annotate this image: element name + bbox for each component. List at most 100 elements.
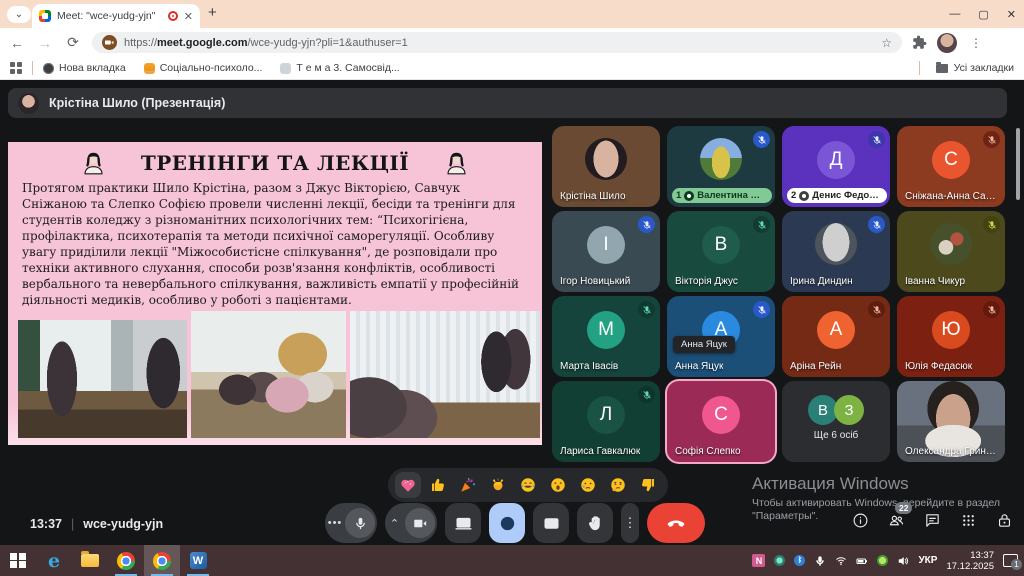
camera-button[interactable]: ⌃ (385, 503, 437, 543)
new-tab-button[interactable]: + (208, 4, 217, 21)
address-bar[interactable]: https://meet.google.com/wce-yudg-yjn?pli… (92, 32, 902, 53)
all-bookmarks-button[interactable]: Усі закладки (919, 61, 1014, 75)
participant-tile[interactable]: ІІгор Новицький (552, 211, 660, 292)
participant-tile[interactable]: 1Валентина Сала... (667, 126, 775, 207)
recording-indicator-icon (168, 11, 178, 21)
bookmark-star-icon[interactable]: ☆ (881, 36, 892, 50)
classroom-photo (350, 311, 540, 438)
file-explorer-icon[interactable] (72, 545, 108, 576)
reaction-thumbs-up-button[interactable] (425, 472, 451, 498)
reaction-heart-button[interactable] (395, 472, 421, 498)
participant-tile[interactable]: ЮЮлія Федасюк (897, 296, 1005, 377)
participant-tile[interactable]: ЛЛариса Гавкалюк (552, 381, 660, 462)
extensions-icon[interactable] (912, 35, 927, 50)
host-controls-button[interactable] (996, 512, 1013, 534)
shared-presentation-slide: ТРЕНІНГИ ТА ЛЕКЦІЇ Протягом практики Шил… (8, 142, 542, 445)
bookmark-item[interactable]: Т е м а 3. Самосвід... (280, 62, 399, 74)
reload-button[interactable]: ⟳ (64, 34, 82, 51)
meeting-details-button[interactable] (852, 512, 869, 534)
notion-tray-icon[interactable]: N (752, 554, 765, 567)
classroom-photo (191, 311, 346, 438)
reaction-wow-button[interactable] (545, 472, 571, 498)
reaction-clap-button[interactable] (485, 472, 511, 498)
mic-muted-icon (753, 216, 770, 233)
participant-name: Юлія Федасюк (905, 361, 972, 372)
captions-button[interactable] (533, 503, 569, 543)
activities-button[interactable] (960, 512, 977, 534)
browser-tab-meet[interactable]: Meet: "wce-yudg-yjn" ✕ (32, 4, 200, 28)
browser-menu-button[interactable]: ⋮ (967, 36, 985, 50)
camera-options-icon[interactable]: ⌃ (385, 517, 405, 530)
tab-search-button[interactable]: ⌄ (7, 6, 31, 23)
participant-tile[interactable]: Д2Денис Федорняк (782, 126, 890, 207)
reaction-party-button[interactable] (455, 472, 481, 498)
window-close-button[interactable]: ✕ (1007, 8, 1016, 21)
participant-initial-avatar: Д (817, 141, 855, 179)
presenter-banner[interactable]: Крістіна Шило (Презентація) (8, 88, 1007, 118)
participant-photo-avatar (815, 223, 857, 265)
microphone-button[interactable]: ••• (325, 503, 377, 543)
participant-tile[interactable]: Ірина Диндин (782, 211, 890, 292)
participant-tile[interactable]: ССофія Слепко (667, 381, 775, 462)
classroom-photo (18, 320, 187, 438)
profile-avatar[interactable] (937, 33, 957, 53)
grid-scrollbar[interactable] (1016, 128, 1020, 200)
volume-icon[interactable] (897, 555, 909, 567)
taskbar-clock[interactable]: 13:3717.12.2025 (946, 550, 994, 572)
end-call-button[interactable] (647, 503, 705, 543)
participant-tile[interactable]: ААнна ЯцукАнна Яцук (667, 296, 775, 377)
participant-tile[interactable]: Олександра Гринчук (897, 381, 1005, 462)
doc-icon (280, 63, 291, 74)
window-minimize-button[interactable]: — (949, 8, 960, 20)
participant-tile[interactable]: ААріна Рейн (782, 296, 890, 377)
battery-icon[interactable] (856, 555, 868, 567)
people-button[interactable]: 22 (888, 512, 905, 534)
tab-close-icon[interactable]: ✕ (184, 10, 193, 23)
tray-app-icon[interactable] (774, 555, 785, 566)
raise-hand-button[interactable] (577, 503, 613, 543)
reaction-thinking-button[interactable] (605, 472, 631, 498)
camera-icon (405, 508, 435, 538)
microphone-tray-icon[interactable] (814, 555, 826, 567)
participant-tile[interactable]: ВЗЩе 6 осіб (782, 381, 890, 462)
edge-icon[interactable]: e (36, 545, 72, 576)
vpn-tray-icon[interactable] (877, 555, 888, 566)
url-text: https://meet.google.com/wce-yudg-yjn?pli… (124, 37, 874, 49)
reaction-joy-button[interactable] (515, 472, 541, 498)
chrome-icon[interactable] (108, 545, 144, 576)
chrome-active-icon[interactable] (144, 545, 180, 576)
reaction-cry-button[interactable] (575, 472, 601, 498)
reaction-thumbs-down-button[interactable] (635, 472, 661, 498)
forward-button[interactable]: → (36, 35, 54, 51)
reactions-button[interactable] (489, 503, 525, 543)
present-screen-button[interactable] (445, 503, 481, 543)
participant-tile[interactable]: ВВікторія Джус (667, 211, 775, 292)
participant-grid: Крістіна Шило1Валентина Сала...Д2Денис Ф… (552, 126, 1005, 462)
wifi-icon[interactable] (835, 555, 847, 567)
participant-initial-avatar: І (587, 226, 625, 264)
back-button[interactable]: ← (8, 35, 26, 51)
chat-button[interactable] (924, 512, 941, 534)
word-icon[interactable]: W (180, 545, 216, 576)
participant-photo-avatar (585, 138, 627, 180)
participant-tile[interactable]: Крістіна Шило (552, 126, 660, 207)
start-button[interactable] (0, 545, 36, 576)
bookmark-item[interactable]: Нова вкладка (43, 62, 126, 74)
participant-tile[interactable]: ММарта Івасів (552, 296, 660, 377)
participant-name: Вікторія Джус (675, 276, 738, 287)
participant-tile[interactable]: Іванна Чикур (897, 211, 1005, 292)
bookmark-label: Соціально-психоло... (160, 62, 263, 74)
notification-center-icon[interactable]: 1 (1003, 554, 1018, 567)
divider: | (71, 517, 74, 531)
bluetooth-icon[interactable]: ᛒ (794, 555, 805, 566)
mic-options-icon[interactable]: ••• (325, 517, 345, 529)
participant-tile[interactable]: ССніжана-Анна Савчук (897, 126, 1005, 207)
bookmark-item[interactable]: Соціально-психоло... (144, 62, 263, 74)
window-maximize-button[interactable]: ▢ (978, 8, 988, 21)
more-options-button[interactable]: ⋮ (621, 503, 639, 543)
browser-tab-strip: ⌄ Meet: "wce-yudg-yjn" ✕ + — ▢ ✕ (0, 0, 1024, 28)
apps-grid-icon[interactable] (10, 62, 22, 74)
language-indicator[interactable]: УКР (918, 555, 937, 566)
speaker-icon (799, 191, 809, 201)
person-icon (80, 149, 107, 176)
